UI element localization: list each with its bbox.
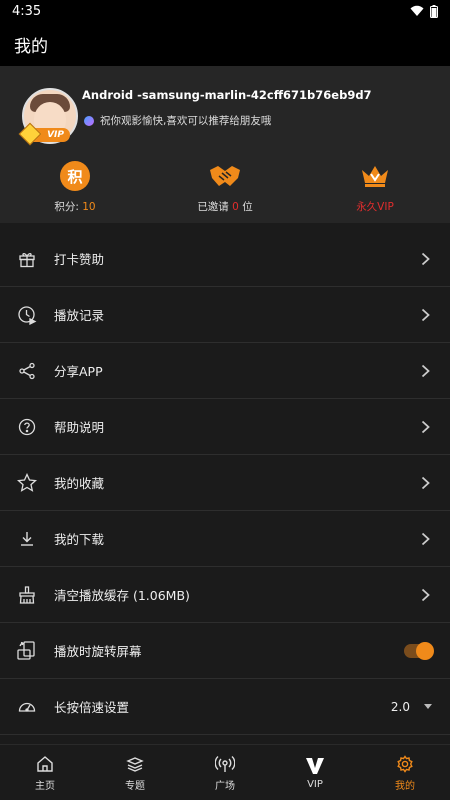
star-icon bbox=[16, 472, 38, 494]
invited-value: 0 bbox=[232, 201, 239, 213]
rotate-screen-icon bbox=[16, 640, 38, 662]
chevron-right-icon bbox=[418, 532, 432, 546]
app-bar: 我的 bbox=[0, 22, 450, 66]
menu-label: 清空播放缓存 (1.06MB) bbox=[54, 588, 190, 603]
nav-item-square[interactable]: 广场 bbox=[180, 745, 270, 800]
dropdown-caret-icon[interactable] bbox=[424, 704, 432, 709]
motto-emoji-icon bbox=[84, 115, 94, 126]
menu-item-clear-cache[interactable]: 清空播放缓存 (1.06MB) bbox=[0, 567, 450, 623]
menu-label: 分享APP bbox=[54, 364, 103, 379]
menu-label: 我的收藏 bbox=[54, 476, 105, 491]
menu-label: 播放时旋转屏幕 bbox=[54, 644, 142, 659]
menu-item-speed-setting[interactable]: 长按倍速设置 2.0 bbox=[0, 679, 450, 735]
speedometer-icon bbox=[16, 696, 38, 718]
motto: 祝你观影愉快,喜欢可以推荐给朋友哦 bbox=[84, 113, 271, 128]
menu-label: 帮助说明 bbox=[54, 420, 105, 435]
invited-prefix: 已邀请 bbox=[197, 201, 229, 213]
rotate-screen-toggle[interactable] bbox=[404, 641, 434, 660]
menu-item-checkin[interactable]: 打卡赞助 bbox=[0, 231, 450, 287]
menu-label: 打卡赞助 bbox=[54, 252, 105, 267]
chevron-right-icon bbox=[418, 420, 432, 434]
gift-icon bbox=[16, 248, 38, 270]
chevron-right-icon bbox=[418, 588, 432, 602]
nav-item-topics[interactable]: 专题 bbox=[90, 745, 180, 800]
nav-item-vip[interactable]: VIP bbox=[270, 745, 360, 800]
toggle-knob bbox=[416, 641, 434, 660]
menu-item-share[interactable]: 分享APP bbox=[0, 343, 450, 399]
points-label-row: 积分: 10 bbox=[54, 199, 95, 214]
chevron-right-icon bbox=[418, 308, 432, 322]
chevron-right-icon bbox=[418, 364, 432, 378]
username: Android -samsung-marlin-42cff671b76eb9d7 bbox=[82, 88, 372, 102]
chevron-right-icon bbox=[418, 476, 432, 490]
menu-item-downloads[interactable]: 我的下载 bbox=[0, 511, 450, 567]
bottom-nav: 主页 专题 广场 VIP 我的 bbox=[0, 744, 450, 800]
points-icon: 积 bbox=[60, 161, 90, 191]
nav-label: VIP bbox=[307, 778, 323, 790]
menu-label: 长按倍速设置 bbox=[54, 700, 130, 715]
motto-text: 祝你观影愉快,喜欢可以推荐给朋友哦 bbox=[100, 115, 272, 127]
menu-label: 播放记录 bbox=[54, 308, 105, 323]
vip-label: 永久VIP bbox=[356, 201, 394, 213]
points-stat[interactable]: 积 积分: 10 bbox=[0, 161, 150, 214]
status-icons bbox=[410, 4, 438, 18]
speed-value[interactable]: 2.0 bbox=[391, 700, 410, 714]
points-value: 10 bbox=[82, 201, 96, 213]
points-icon-glyph: 积 bbox=[60, 161, 90, 191]
share-icon bbox=[16, 360, 38, 382]
nav-item-home[interactable]: 主页 bbox=[0, 745, 90, 800]
menu-label: 我的下载 bbox=[54, 532, 105, 547]
home-icon bbox=[36, 754, 54, 774]
nav-item-mine[interactable]: 我的 bbox=[360, 745, 450, 800]
vip-v-icon bbox=[305, 756, 325, 776]
history-icon bbox=[16, 304, 38, 326]
broom-icon bbox=[16, 584, 38, 606]
vip-stat[interactable]: 永久VIP bbox=[300, 161, 450, 214]
wifi-icon bbox=[410, 5, 424, 16]
handshake-icon bbox=[208, 161, 242, 191]
nav-label: 专题 bbox=[125, 780, 145, 792]
nav-label: 我的 bbox=[395, 780, 415, 792]
points-label: 积分: bbox=[54, 201, 79, 213]
help-icon bbox=[16, 416, 38, 438]
menu-item-help[interactable]: 帮助说明 bbox=[0, 399, 450, 455]
invited-label-row: 已邀请 0 位 bbox=[197, 199, 252, 214]
invited-suffix: 位 bbox=[242, 201, 253, 213]
download-icon bbox=[16, 528, 38, 550]
broadcast-icon bbox=[215, 754, 235, 774]
status-time: 4:35 bbox=[12, 3, 42, 19]
nav-label: 广场 bbox=[215, 780, 235, 792]
battery-icon bbox=[430, 4, 438, 18]
status-bar: 4:35 bbox=[0, 0, 450, 22]
page-title: 我的 bbox=[14, 36, 48, 57]
topics-icon bbox=[126, 754, 144, 774]
menu-item-rotate-screen: 播放时旋转屏幕 bbox=[0, 623, 450, 679]
stats-row: 积 积分: 10 已邀请 0 位 永久VIP bbox=[0, 161, 450, 214]
menu-item-history[interactable]: 播放记录 bbox=[0, 287, 450, 343]
menu-item-favorites[interactable]: 我的收藏 bbox=[0, 455, 450, 511]
nav-label: 主页 bbox=[35, 780, 55, 792]
chevron-right-icon bbox=[418, 252, 432, 266]
crown-icon bbox=[359, 161, 391, 191]
menu-list: 打卡赞助 播放记录 分享APP 帮助说明 我的收藏 我的下载 清空播放缓存 (1… bbox=[0, 231, 450, 735]
invited-stat[interactable]: 已邀请 0 位 bbox=[150, 161, 300, 214]
settings-gear-icon bbox=[396, 754, 414, 774]
profile-card: VIP Android -samsung-marlin-42cff671b76e… bbox=[0, 66, 450, 223]
